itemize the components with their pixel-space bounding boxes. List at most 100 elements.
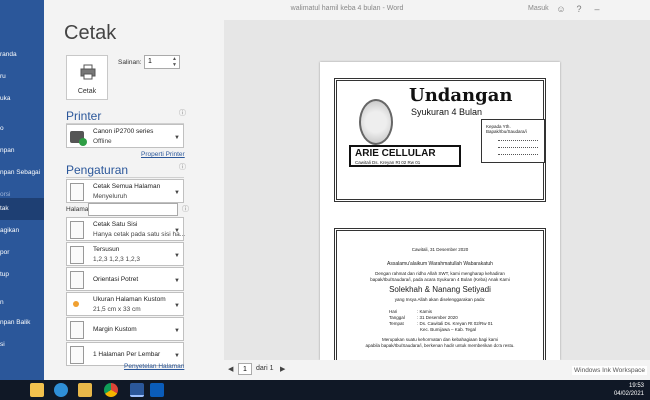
printer-icon [80, 64, 96, 80]
info-icon[interactable]: ⓘ [182, 204, 189, 214]
setting-label: Cetak Satu Sisi [93, 221, 138, 228]
chevron-down-icon: ▼ [174, 278, 180, 284]
address-line: Bapak/Ibu/Saudara/i [486, 129, 527, 134]
print-button[interactable]: Cetak [66, 55, 108, 100]
copies-label: Salinan: [118, 59, 142, 66]
greeting: Assalamu'alaikum Warahmatullah Wabarakat… [387, 261, 493, 267]
pages-input[interactable] [88, 203, 178, 216]
nav-item[interactable]: uka [0, 88, 44, 110]
paper-size-select[interactable]: Ukuran Halaman Kustom 21,5 cm x 33 cm ▼ [66, 292, 184, 316]
store-address: Cawitali Ds. Kreyan Rt 02 Rw 01 [355, 160, 421, 165]
nav-item[interactable]: tak [0, 198, 44, 220]
detail-value: : Kamis [417, 309, 433, 314]
info-icon[interactable]: ⓘ [179, 162, 186, 172]
collate-select[interactable]: Tersusun 1,2,3 1,2,3 1,2,3 ▼ [66, 242, 184, 266]
page-number-input[interactable]: 1 [238, 363, 252, 375]
signin-link[interactable]: Masuk [528, 5, 549, 12]
nav-item[interactable]: n [0, 292, 44, 314]
invitation-subtitle: Syukuran 4 Bulan [411, 107, 483, 117]
detail-value: : Ds. Cawitali Ds. Kreyan Rt 02/Rw 01 [417, 321, 493, 326]
detail-label: Tempat [389, 321, 404, 326]
detail-label: Hari [389, 309, 398, 314]
app-icon[interactable] [150, 383, 164, 397]
page-setup-link[interactable]: Penyetelan Halaman [124, 363, 184, 370]
collate-icon [70, 246, 84, 264]
status-ok-icon [79, 138, 87, 146]
body-text: Dengan rahmat dan ridho Allah SWT, kami … [375, 271, 505, 276]
nav-item[interactable]: agikan [0, 220, 44, 242]
spin-arrows-icon[interactable]: ▲ ▼ [172, 56, 177, 68]
title-bar: walimatul hamil keba 4 bulan - Word Masu… [44, 0, 650, 20]
divider [66, 177, 184, 178]
file-explorer-icon[interactable] [30, 383, 44, 397]
copies-stepper[interactable]: 1 ▲ ▼ [144, 55, 180, 69]
setting-label: Margin Kustom [93, 326, 137, 333]
print-button-label: Cetak [77, 88, 97, 95]
couple-names: Solekhah & Nanang Setiyadi [389, 285, 491, 294]
chevron-down-icon: ▼ [174, 303, 180, 309]
chevron-down-icon: ▼ [174, 228, 180, 234]
setting-detail: Hanya cetak pada satu sisi ha... [93, 231, 186, 238]
nav-item[interactable]: o [0, 118, 44, 140]
body-text: bapak/Ibu/Saudara/i, pada acara Syukuran… [370, 277, 510, 282]
ink-workspace-tooltip: Windows Ink Workspace [572, 366, 648, 375]
nav-item[interactable]: npan Balik [0, 312, 44, 334]
printer-properties-link[interactable]: Properti Printer [141, 151, 185, 158]
dotted-line [498, 147, 538, 148]
smile-icon[interactable]: ☺ [556, 4, 566, 14]
printer-heading: Printer [66, 109, 102, 123]
nav-item[interactable]: randa [0, 44, 44, 66]
orientation-select[interactable]: Orientasi Potret ▼ [66, 267, 184, 291]
printer-select[interactable]: Canon iP2700 series Offline ▼ [66, 124, 184, 148]
setting-label: Cetak Semua Halaman [93, 183, 161, 190]
help-icon[interactable]: ? [574, 4, 584, 14]
closing-text: Merupakan suatu kehormatan dan kebahagia… [381, 337, 499, 342]
setting-label: Ukuran Halaman Kustom [93, 296, 166, 303]
setting-detail: Menyeluruh [93, 193, 127, 200]
nav-item[interactable]: si [0, 334, 44, 356]
sides-select[interactable]: Cetak Satu Sisi Hanya cetak pada satu si… [66, 217, 186, 241]
next-page-icon[interactable]: ▶ [280, 365, 285, 373]
page-title: Cetak [64, 22, 117, 44]
nav-item[interactable]: tup [0, 264, 44, 286]
detail-value: Kec. Bumijawa – Kab. Tegal [420, 327, 476, 332]
print-preview: Undangan Syukuran 4 Bulan Kepada Yth. Ba… [224, 20, 650, 360]
one-sided-icon [70, 221, 84, 239]
clock-time: 19:53 [628, 383, 644, 389]
settings-heading: Pengaturan [66, 163, 129, 177]
store-label: ARIE CELLULAR Cawitali Ds. Kreyan Rt 02 … [349, 145, 461, 167]
pages-per-sheet-icon [70, 346, 84, 364]
system-clock[interactable]: 19:53 04/02/2021 [614, 382, 644, 398]
setting-label: Tersusun [93, 246, 120, 253]
dotted-line [498, 154, 538, 155]
chrome-icon[interactable] [104, 383, 118, 397]
invitation-body: Cawitali, 31 Desember 2020 Assalamu'alai… [334, 228, 546, 360]
nav-item[interactable]: npan [0, 140, 44, 162]
previous-page-icon[interactable]: ◀ [228, 365, 233, 373]
setting-label: Orientasi Potret [93, 276, 139, 283]
printer-name: Canon iP2700 series [93, 128, 154, 135]
chevron-down-icon: ▼ [174, 190, 180, 196]
page-navigation: ◀ 1 dari 1 ▶ Windows Ink Workspace [224, 360, 650, 380]
closing-text: apabila bapak/Ibu/Saudara/i, berkenan ha… [365, 343, 515, 348]
print-range-select[interactable]: Cetak Semua Halaman Menyeluruh ▼ [66, 179, 184, 203]
paper-size-icon [70, 296, 84, 314]
clock-ornament-icon [359, 99, 393, 145]
word-icon[interactable] [130, 383, 144, 397]
page-count: dari 1 [256, 365, 274, 372]
margins-select[interactable]: Margin Kustom ▼ [66, 317, 184, 341]
detail-value: : 31 Desember 2020 [417, 315, 458, 320]
nav-item[interactable]: ru [0, 66, 44, 88]
setting-detail: 21,5 cm x 33 cm [93, 306, 141, 313]
setting-detail: 1,2,3 1,2,3 1,2,3 [93, 256, 140, 263]
nav-item[interactable]: npan Sebagai [0, 162, 44, 184]
folder-icon[interactable] [78, 383, 92, 397]
minimize-icon[interactable]: – [592, 4, 602, 14]
clock-date: 04/02/2021 [613, 391, 644, 397]
setting-label: 1 Halaman Per Lembar [93, 351, 161, 358]
edge-icon[interactable] [54, 383, 68, 397]
taskbar: 19:53 04/02/2021 [0, 380, 650, 400]
nav-item[interactable]: por [0, 242, 44, 264]
info-icon[interactable]: ⓘ [179, 108, 186, 118]
pages-icon [70, 183, 84, 201]
